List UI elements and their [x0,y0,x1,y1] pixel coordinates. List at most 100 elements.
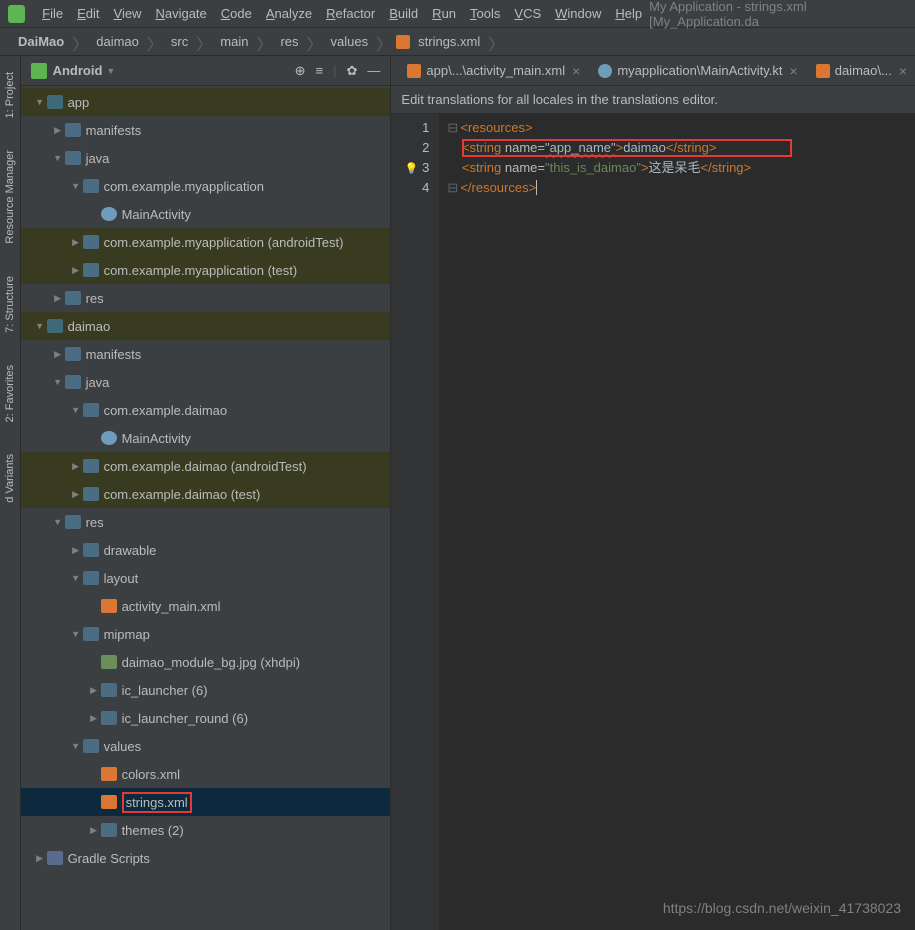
tree-item[interactable]: ▶com.example.myapplication (test) [21,256,391,284]
panel-title[interactable]: Android [53,63,103,78]
tree-item[interactable]: strings.xml [21,788,391,816]
tree-item[interactable]: ▶drawable [21,536,391,564]
tree-item[interactable]: ▶manifests [21,340,391,368]
chevron-down-icon[interactable]: ▼ [106,66,115,76]
tree-item[interactable]: ▶themes (2) [21,816,391,844]
close-icon[interactable]: × [899,63,907,79]
expand-arrow-icon[interactable]: ▼ [69,573,83,583]
expand-arrow-icon[interactable]: ▶ [51,293,65,304]
tool-window-tab[interactable]: 7: Structure [4,270,16,339]
project-tree[interactable]: ▼app▶manifests▼java▼com.example.myapplic… [21,86,391,930]
tool-window-tab[interactable]: 1: Project [4,66,16,124]
tool-window-tab[interactable]: 2: Favorites [4,359,16,428]
tree-item[interactable]: ▼ java [21,368,391,396]
tree-item[interactable]: ▶manifests [21,116,391,144]
tree-item[interactable]: ▼com.example.daimao [21,396,391,424]
expand-arrow-icon[interactable]: ▼ [69,629,83,639]
tree-item[interactable]: ▶res [21,284,391,312]
editor-tab[interactable]: daimao\... × [808,57,915,85]
menu-item-code[interactable]: Code [214,6,259,21]
menu-item-help[interactable]: Help [608,6,649,21]
menu-item-view[interactable]: View [107,6,149,21]
menu-item-build[interactable]: Build [382,6,425,21]
breadcrumb-item[interactable]: main [216,34,252,49]
minimize-icon[interactable]: — [367,63,380,79]
editor-tab[interactable]: myapplication\MainActivity.kt× [590,57,805,85]
breadcrumb-item[interactable]: src [167,34,192,49]
expand-arrow-icon[interactable]: ▼ [51,377,65,387]
menu-item-tools[interactable]: Tools [463,6,507,21]
expand-arrow-icon[interactable]: ▶ [69,265,83,276]
folder-icon [65,347,81,361]
collapse-icon[interactable]: ≡ [316,63,324,79]
expand-arrow-icon[interactable]: ▶ [69,237,83,248]
code-body[interactable]: ⊟<resources> <string name="app_name">dai… [439,114,915,930]
expand-arrow-icon[interactable]: ▼ [69,741,83,751]
intention-bulb-icon[interactable]: 💡 [405,163,419,175]
tree-item[interactable]: ▼app [21,88,391,116]
tree-item[interactable]: ▼res [21,508,391,536]
menu-item-analyze[interactable]: Analyze [259,6,319,21]
tree-item-label: java [86,375,110,390]
tree-item[interactable]: ▼com.example.myapplication [21,172,391,200]
close-icon[interactable]: × [572,63,580,79]
breadcrumb-item[interactable]: DaiMao [14,34,68,49]
target-icon[interactable]: ⊕ [295,63,306,79]
menu-item-navigate[interactable]: Navigate [148,6,213,21]
tree-item[interactable]: colors.xml [21,760,391,788]
expand-arrow-icon[interactable]: ▼ [51,517,65,527]
pkg-icon [83,263,99,277]
folder-mod-icon [47,319,63,333]
expand-arrow-icon[interactable]: ▼ [33,97,47,107]
tree-item[interactable]: daimao_module_bg.jpg (xhdpi) [21,648,391,676]
expand-arrow-icon[interactable]: ▶ [51,125,65,136]
tree-item[interactable]: ▼layout [21,564,391,592]
expand-arrow-icon[interactable]: ▶ [87,713,101,724]
editor-tab[interactable]: app\...\activity_main.xml× [399,57,588,85]
tree-item-label: ic_launcher_round (6) [122,711,248,726]
menu-item-window[interactable]: Window [548,6,608,21]
menu-item-run[interactable]: Run [425,6,463,21]
breadcrumb-item[interactable]: strings.xml [414,34,484,49]
tool-window-tab[interactable]: Resource Manager [4,144,16,250]
breadcrumb-item[interactable]: daimao [92,34,143,49]
tree-item[interactable]: ▶com.example.myapplication (androidTest) [21,228,391,256]
expand-arrow-icon[interactable]: ▶ [87,685,101,696]
menu-item-refactor[interactable]: Refactor [319,6,382,21]
tree-item[interactable]: ▶ ic_launcher_round (6) [21,704,391,732]
gear-icon[interactable]: ✿ [347,63,358,79]
menu-item-vcs[interactable]: VCS [507,6,548,21]
expand-arrow-icon[interactable]: ▶ [51,349,65,360]
translations-notice[interactable]: Edit translations for all locales in the… [391,86,915,114]
tab-label: daimao\... [835,63,892,78]
expand-arrow-icon[interactable]: ▼ [33,321,47,331]
tree-item[interactable]: ▶Gradle Scripts [21,844,391,872]
expand-arrow-icon[interactable]: ▶ [69,461,83,472]
close-icon[interactable]: × [790,63,798,79]
expand-arrow-icon[interactable]: ▼ [69,405,83,415]
menu-item-file[interactable]: File [35,6,70,21]
tree-item[interactable]: activity_main.xml [21,592,391,620]
tree-item[interactable]: ▼mipmap [21,620,391,648]
tree-item[interactable]: ▶com.example.daimao (androidTest) [21,452,391,480]
expand-arrow-icon[interactable]: ▶ [87,825,101,836]
tree-item[interactable]: ▶com.example.daimao (test) [21,480,391,508]
breadcrumb-item[interactable]: res [276,34,302,49]
tree-item[interactable]: MainActivity [21,200,391,228]
expand-arrow-icon[interactable]: ▶ [69,545,83,556]
menu-item-edit[interactable]: Edit [70,6,106,21]
tool-window-tab[interactable]: d Variants [4,448,16,509]
tree-item[interactable]: ▼java [21,144,391,172]
expand-arrow-icon[interactable]: ▼ [51,153,65,163]
chevron-right-icon: 〉 [143,31,167,55]
expand-arrow-icon[interactable]: ▶ [69,489,83,500]
folder-mod-icon [47,95,63,109]
tree-item[interactable]: ▼daimao [21,312,391,340]
expand-arrow-icon[interactable]: ▶ [33,853,47,864]
tree-item[interactable]: MainActivity [21,424,391,452]
tree-item[interactable]: ▼values [21,732,391,760]
breadcrumb-item[interactable]: values [327,34,373,49]
code-editor[interactable]: 12💡 34 ⊟<resources> <string name="app_na… [391,114,915,930]
expand-arrow-icon[interactable]: ▼ [69,181,83,191]
tree-item[interactable]: ▶ic_launcher (6) [21,676,391,704]
